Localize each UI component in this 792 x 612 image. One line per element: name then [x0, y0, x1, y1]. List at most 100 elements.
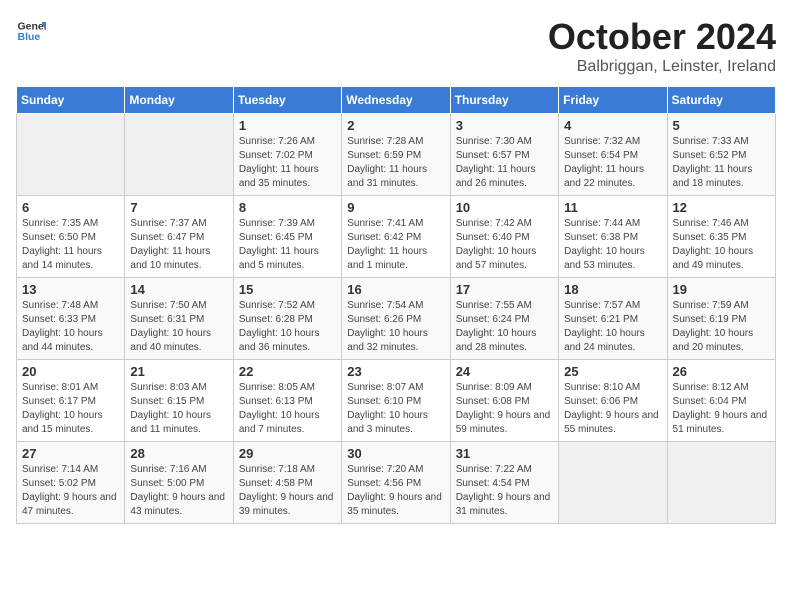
calendar-cell: 13 Sunrise: 7:48 AM Sunset: 6:33 PM Dayli… — [17, 278, 125, 360]
day-number: 13 — [22, 282, 119, 297]
calendar-cell: 29Sunrise: 7:18 AM Sunset: 4:58 PM Dayli… — [233, 442, 341, 524]
day-number: 30 — [347, 446, 444, 461]
cell-detail: Sunrise: 8:09 AM Sunset: 6:08 PM Dayligh… — [456, 381, 553, 437]
cell-detail: Sunrise: 8:12 AM Sunset: 6:04 PM Dayligh… — [673, 381, 770, 437]
calendar-cell: 6Sunrise: 7:35 AM Sunset: 6:50 PM Daylig… — [17, 196, 125, 278]
cell-detail: Sunrise: 7:48 AM Sunset: 6:33 PM Dayligh… — [22, 299, 119, 355]
day-number: 7 — [130, 200, 227, 215]
cell-detail: Sunrise: 7:16 AM Sunset: 5:00 PM Dayligh… — [130, 463, 227, 519]
calendar-cell: 12 Sunrise: 7:46 AM Sunset: 6:35 PM Dayli… — [667, 196, 775, 278]
svg-text:Blue: Blue — [18, 31, 41, 43]
day-number: 31 — [456, 446, 553, 461]
day-number: 9 — [347, 200, 444, 215]
calendar-cell: 22 Sunrise: 8:05 AM Sunset: 6:13 PM Dayli… — [233, 360, 341, 442]
calendar-cell: 11 Sunrise: 7:44 AM Sunset: 6:38 PM Dayli… — [559, 196, 667, 278]
cell-detail: Sunrise: 8:10 AM Sunset: 6:06 PM Dayligh… — [564, 381, 661, 437]
cell-detail: Sunrise: 8:05 AM Sunset: 6:13 PM Dayligh… — [239, 381, 336, 437]
day-number: 2 — [347, 118, 444, 133]
day-number: 24 — [456, 364, 553, 379]
day-number: 11 — [564, 200, 661, 215]
calendar-week-row: 1 Sunrise: 7:26 AM Sunset: 7:02 PM Daylig… — [17, 114, 776, 196]
weekday-header-saturday: Saturday — [667, 87, 775, 114]
calendar-header: SundayMondayTuesdayWednesdayThursdayFrid… — [17, 87, 776, 114]
cell-detail: Sunrise: 7:46 AM Sunset: 6:35 PM Dayligh… — [673, 217, 770, 273]
calendar-cell: 25 Sunrise: 8:10 AM Sunset: 6:06 PM Dayli… — [559, 360, 667, 442]
day-number: 4 — [564, 118, 661, 133]
calendar-week-row: 20 Sunrise: 8:01 AM Sunset: 6:17 PM Dayli… — [17, 360, 776, 442]
header-area: General Blue October 2024 Balbriggan, Le… — [16, 16, 776, 76]
day-number: 16 — [347, 282, 444, 297]
cell-detail: Sunrise: 7:18 AM Sunset: 4:58 PM Dayligh… — [239, 463, 336, 519]
cell-detail: Sunrise: 7:59 AM Sunset: 6:19 PM Dayligh… — [673, 299, 770, 355]
day-number: 19 — [673, 282, 770, 297]
calendar-cell: 28 Sunrise: 7:16 AM Sunset: 5:00 PM Dayli… — [125, 442, 233, 524]
day-number: 27 — [22, 446, 119, 461]
location-title: Balbriggan, Leinster, Ireland — [548, 58, 776, 76]
month-title: October 2024 — [548, 16, 776, 58]
day-number: 20 — [22, 364, 119, 379]
calendar-cell: 20 Sunrise: 8:01 AM Sunset: 6:17 PM Dayli… — [17, 360, 125, 442]
logo-icon: General Blue — [16, 16, 46, 46]
cell-detail: Sunrise: 7:42 AM Sunset: 6:40 PM Dayligh… — [456, 217, 553, 273]
day-number: 15 — [239, 282, 336, 297]
cell-detail: Sunrise: 7:57 AM Sunset: 6:21 PM Dayligh… — [564, 299, 661, 355]
calendar-cell: 10 Sunrise: 7:42 AM Sunset: 6:40 PM Dayli… — [450, 196, 558, 278]
calendar-cell: 19 Sunrise: 7:59 AM Sunset: 6:19 PM Dayli… — [667, 278, 775, 360]
day-number: 10 — [456, 200, 553, 215]
day-number: 17 — [456, 282, 553, 297]
calendar-cell: 2 Sunrise: 7:28 AM Sunset: 6:59 PM Daylig… — [342, 114, 450, 196]
cell-detail: Sunrise: 8:01 AM Sunset: 6:17 PM Dayligh… — [22, 381, 119, 437]
cell-detail: Sunrise: 7:28 AM Sunset: 6:59 PM Dayligh… — [347, 135, 444, 191]
weekday-header-tuesday: Tuesday — [233, 87, 341, 114]
logo: General Blue — [16, 16, 46, 46]
weekday-header-monday: Monday — [125, 87, 233, 114]
day-number: 12 — [673, 200, 770, 215]
cell-detail: Sunrise: 7:37 AM Sunset: 6:47 PM Dayligh… — [130, 217, 227, 273]
calendar-cell: 8Sunrise: 7:39 AM Sunset: 6:45 PM Daylig… — [233, 196, 341, 278]
day-number: 8 — [239, 200, 336, 215]
calendar-cell: 31Sunrise: 7:22 AM Sunset: 4:54 PM Dayli… — [450, 442, 558, 524]
calendar-cell: 17 Sunrise: 7:55 AM Sunset: 6:24 PM Dayli… — [450, 278, 558, 360]
calendar-cell — [667, 442, 775, 524]
day-number: 14 — [130, 282, 227, 297]
weekday-header-row: SundayMondayTuesdayWednesdayThursdayFrid… — [17, 87, 776, 114]
cell-detail: Sunrise: 7:33 AM Sunset: 6:52 PM Dayligh… — [673, 135, 770, 191]
calendar-week-row: 27 Sunrise: 7:14 AM Sunset: 5:02 PM Dayli… — [17, 442, 776, 524]
calendar-cell — [17, 114, 125, 196]
day-number: 28 — [130, 446, 227, 461]
calendar-cell: 4 Sunrise: 7:32 AM Sunset: 6:54 PM Daylig… — [559, 114, 667, 196]
weekday-header-sunday: Sunday — [17, 87, 125, 114]
day-number: 23 — [347, 364, 444, 379]
cell-detail: Sunrise: 7:54 AM Sunset: 6:26 PM Dayligh… — [347, 299, 444, 355]
calendar-body: 1 Sunrise: 7:26 AM Sunset: 7:02 PM Daylig… — [17, 114, 776, 524]
cell-detail: Sunrise: 7:32 AM Sunset: 6:54 PM Dayligh… — [564, 135, 661, 191]
calendar-cell: 18Sunrise: 7:57 AM Sunset: 6:21 PM Dayli… — [559, 278, 667, 360]
day-number: 3 — [456, 118, 553, 133]
calendar-cell — [125, 114, 233, 196]
day-number: 22 — [239, 364, 336, 379]
calendar-cell: 24 Sunrise: 8:09 AM Sunset: 6:08 PM Dayli… — [450, 360, 558, 442]
cell-detail: Sunrise: 7:20 AM Sunset: 4:56 PM Dayligh… — [347, 463, 444, 519]
cell-detail: Sunrise: 7:14 AM Sunset: 5:02 PM Dayligh… — [22, 463, 119, 519]
cell-detail: Sunrise: 7:44 AM Sunset: 6:38 PM Dayligh… — [564, 217, 661, 273]
cell-detail: Sunrise: 7:52 AM Sunset: 6:28 PM Dayligh… — [239, 299, 336, 355]
calendar-cell: 7 Sunrise: 7:37 AM Sunset: 6:47 PM Daylig… — [125, 196, 233, 278]
calendar-cell: 27 Sunrise: 7:14 AM Sunset: 5:02 PM Dayli… — [17, 442, 125, 524]
calendar-cell: 3Sunrise: 7:30 AM Sunset: 6:57 PM Daylig… — [450, 114, 558, 196]
cell-detail: Sunrise: 7:55 AM Sunset: 6:24 PM Dayligh… — [456, 299, 553, 355]
calendar-cell: 16 Sunrise: 7:54 AM Sunset: 6:26 PM Dayli… — [342, 278, 450, 360]
day-number: 25 — [564, 364, 661, 379]
calendar-cell — [559, 442, 667, 524]
cell-detail: Sunrise: 7:35 AM Sunset: 6:50 PM Dayligh… — [22, 217, 119, 273]
calendar-cell: 14Sunrise: 7:50 AM Sunset: 6:31 PM Dayli… — [125, 278, 233, 360]
day-number: 21 — [130, 364, 227, 379]
weekday-header-friday: Friday — [559, 87, 667, 114]
calendar-cell: 9Sunrise: 7:41 AM Sunset: 6:42 PM Daylig… — [342, 196, 450, 278]
day-number: 1 — [239, 118, 336, 133]
cell-detail: Sunrise: 7:26 AM Sunset: 7:02 PM Dayligh… — [239, 135, 336, 191]
cell-detail: Sunrise: 8:03 AM Sunset: 6:15 PM Dayligh… — [130, 381, 227, 437]
calendar-cell: 21 Sunrise: 8:03 AM Sunset: 6:15 PM Dayli… — [125, 360, 233, 442]
weekday-header-thursday: Thursday — [450, 87, 558, 114]
calendar-week-row: 6Sunrise: 7:35 AM Sunset: 6:50 PM Daylig… — [17, 196, 776, 278]
calendar-cell: 23Sunrise: 8:07 AM Sunset: 6:10 PM Dayli… — [342, 360, 450, 442]
